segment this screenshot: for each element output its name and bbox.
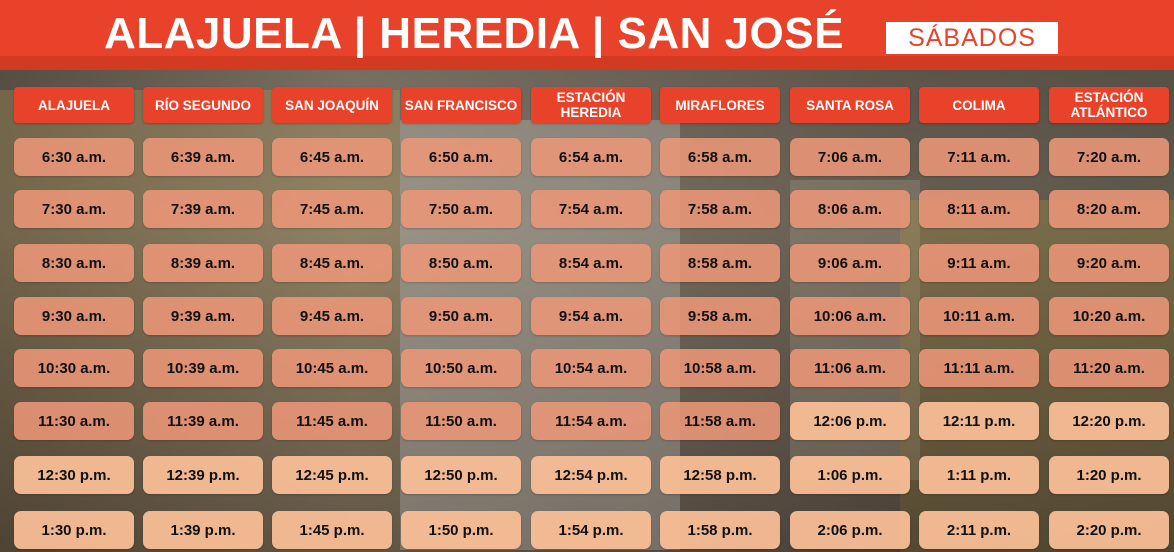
time-cell: 10:39 a.m. xyxy=(143,349,263,387)
time-cell: 2:20 p.m. xyxy=(1049,511,1169,549)
time-cell: 1:06 p.m. xyxy=(790,456,910,494)
time-cell: 12:58 p.m. xyxy=(660,456,780,494)
time-cell: 8:20 a.m. xyxy=(1049,190,1169,228)
time-cell: 12:20 p.m. xyxy=(1049,402,1169,440)
time-cell: 8:54 a.m. xyxy=(531,244,651,282)
schedule-page: ALAJUELA | HEREDIA | SAN JOSÉ SÁBADOS AL… xyxy=(0,0,1174,552)
time-cell: 7:20 a.m. xyxy=(1049,138,1169,176)
time-cell: 1:11 p.m. xyxy=(919,456,1039,494)
time-cell: 12:50 p.m. xyxy=(401,456,521,494)
time-cell: 6:39 a.m. xyxy=(143,138,263,176)
time-cell: 8:45 a.m. xyxy=(272,244,392,282)
time-cell: 6:50 a.m. xyxy=(401,138,521,176)
time-cell: 12:45 p.m. xyxy=(272,456,392,494)
time-cell: 10:06 a.m. xyxy=(790,297,910,335)
time-cell: 9:58 a.m. xyxy=(660,297,780,335)
time-cell: 6:45 a.m. xyxy=(272,138,392,176)
time-cell: 10:20 a.m. xyxy=(1049,297,1169,335)
column-header: SAN FRANCISCO xyxy=(401,87,521,123)
time-cell: 7:39 a.m. xyxy=(143,190,263,228)
time-cell: 9:30 a.m. xyxy=(14,297,134,335)
time-cell: 1:54 p.m. xyxy=(531,511,651,549)
time-cell: 11:30 a.m. xyxy=(14,402,134,440)
time-cell: 11:45 a.m. xyxy=(272,402,392,440)
time-cell: 7:58 a.m. xyxy=(660,190,780,228)
time-cell: 12:11 p.m. xyxy=(919,402,1039,440)
time-cell: 11:20 a.m. xyxy=(1049,349,1169,387)
column-header: ESTACIÓN HEREDIA xyxy=(531,87,651,123)
time-cell: 1:58 p.m. xyxy=(660,511,780,549)
time-cell: 7:30 a.m. xyxy=(14,190,134,228)
time-cell: 9:50 a.m. xyxy=(401,297,521,335)
time-cell: 7:54 a.m. xyxy=(531,190,651,228)
time-cell: 6:30 a.m. xyxy=(14,138,134,176)
time-cell: 11:58 a.m. xyxy=(660,402,780,440)
time-cell: 11:39 a.m. xyxy=(143,402,263,440)
time-cell: 8:58 a.m. xyxy=(660,244,780,282)
time-cell: 9:11 a.m. xyxy=(919,244,1039,282)
time-cell: 9:06 a.m. xyxy=(790,244,910,282)
time-cell: 7:50 a.m. xyxy=(401,190,521,228)
column-header: MIRAFLORES xyxy=(660,87,780,123)
time-cell: 8:50 a.m. xyxy=(401,244,521,282)
time-cell: 1:30 p.m. xyxy=(14,511,134,549)
column-header: SANTA ROSA xyxy=(790,87,910,123)
time-cell: 8:06 a.m. xyxy=(790,190,910,228)
time-cell: 10:50 a.m. xyxy=(401,349,521,387)
time-cell: 8:39 a.m. xyxy=(143,244,263,282)
time-cell: 7:11 a.m. xyxy=(919,138,1039,176)
time-cell: 11:11 a.m. xyxy=(919,349,1039,387)
time-cell: 1:45 p.m. xyxy=(272,511,392,549)
column-header: ESTACIÓN ATLÁNTICO xyxy=(1049,87,1169,123)
time-cell: 10:54 a.m. xyxy=(531,349,651,387)
time-cell: 12:30 p.m. xyxy=(14,456,134,494)
time-cell: 9:45 a.m. xyxy=(272,297,392,335)
time-cell: 7:06 a.m. xyxy=(790,138,910,176)
time-cell: 12:06 p.m. xyxy=(790,402,910,440)
time-cell: 11:50 a.m. xyxy=(401,402,521,440)
time-cell: 1:39 p.m. xyxy=(143,511,263,549)
column-header: ALAJUELA xyxy=(14,87,134,123)
time-cell: 12:54 p.m. xyxy=(531,456,651,494)
time-cell: 2:11 p.m. xyxy=(919,511,1039,549)
time-cell: 1:50 p.m. xyxy=(401,511,521,549)
time-cell: 6:54 a.m. xyxy=(531,138,651,176)
time-cell: 10:11 a.m. xyxy=(919,297,1039,335)
time-cell: 9:20 a.m. xyxy=(1049,244,1169,282)
time-cell: 7:45 a.m. xyxy=(272,190,392,228)
timetable-grid: ALAJUELA RÍO SEGUNDO SAN JOAQUÍN SAN FRANCI… xyxy=(0,0,1174,552)
time-cell: 10:45 a.m. xyxy=(272,349,392,387)
column-header: RÍO SEGUNDO xyxy=(143,87,263,123)
time-cell: 2:06 p.m. xyxy=(790,511,910,549)
column-header: SAN JOAQUÍN xyxy=(272,87,392,123)
time-cell: 1:20 p.m. xyxy=(1049,456,1169,494)
column-header: COLIMA xyxy=(919,87,1039,123)
time-cell: 10:58 a.m. xyxy=(660,349,780,387)
time-cell: 9:54 a.m. xyxy=(531,297,651,335)
time-cell: 8:11 a.m. xyxy=(919,190,1039,228)
time-cell: 9:39 a.m. xyxy=(143,297,263,335)
time-cell: 8:30 a.m. xyxy=(14,244,134,282)
time-cell: 6:58 a.m. xyxy=(660,138,780,176)
time-cell: 11:54 a.m. xyxy=(531,402,651,440)
time-cell: 10:30 a.m. xyxy=(14,349,134,387)
time-cell: 12:39 p.m. xyxy=(143,456,263,494)
time-cell: 11:06 a.m. xyxy=(790,349,910,387)
